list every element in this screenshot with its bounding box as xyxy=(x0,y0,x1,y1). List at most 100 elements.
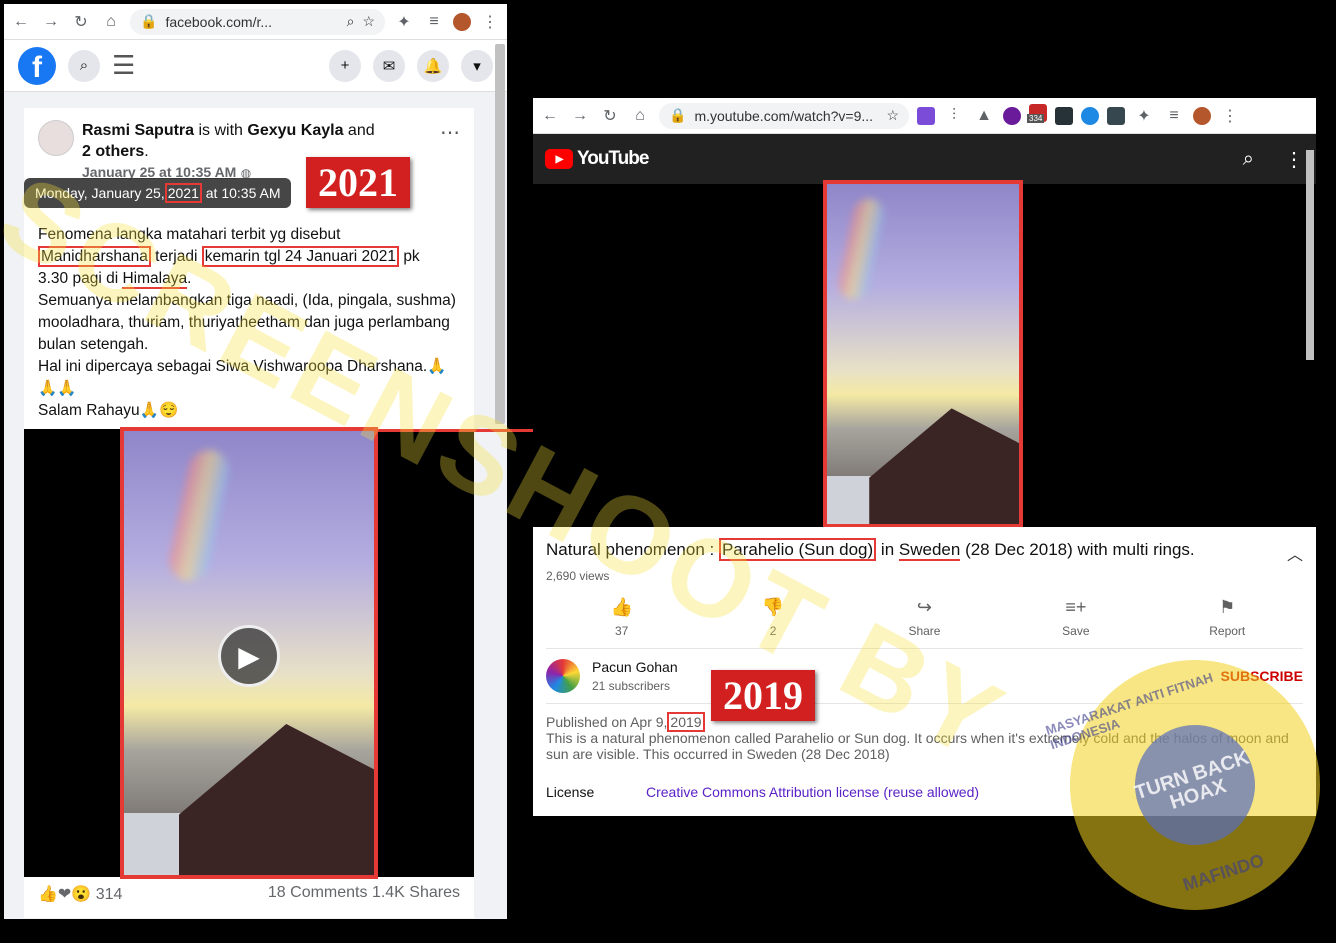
report-label: Report xyxy=(1209,624,1246,638)
tagged-name[interactable]: Gexyu Kayla xyxy=(247,122,343,139)
save-icon: ≡+ xyxy=(1065,597,1087,617)
profile-avatar-icon[interactable] xyxy=(1193,106,1211,125)
author-name[interactable]: Rasmi Saputra xyxy=(82,122,194,139)
forward-icon[interactable]: → xyxy=(40,13,62,31)
house-roof xyxy=(179,724,374,875)
profile-avatar-icon[interactable] xyxy=(453,12,471,31)
youtube-play-icon: ▶ xyxy=(545,149,573,169)
star-icon[interactable]: ☆ xyxy=(886,107,899,124)
manidharshana-highlight: Manidharshana xyxy=(38,246,151,267)
date-claim-highlight: kemarin tgl 24 Januari 2021 xyxy=(201,246,399,267)
translate-extension-icon[interactable] xyxy=(917,106,935,125)
channel-name[interactable]: Pacun Gohan xyxy=(592,659,1209,675)
search-icon[interactable]: ⌕ xyxy=(68,49,100,82)
notifications-bell-icon[interactable]: 🔔 xyxy=(417,49,449,82)
home-icon[interactable]: ⌂ xyxy=(629,107,651,125)
equalizer-extension-icon[interactable]: ⫶ xyxy=(943,107,965,125)
forward-icon[interactable]: → xyxy=(569,107,591,125)
reload-icon[interactable]: ↻ xyxy=(70,12,92,32)
save-button[interactable]: ≡+ Save xyxy=(1041,597,1111,638)
zoom-icon[interactable]: ⌕ xyxy=(347,13,355,30)
youtube-video[interactable] xyxy=(533,180,1316,528)
firefox-extension-icon[interactable] xyxy=(1003,106,1021,125)
circle-extension-icon[interactable] xyxy=(1081,106,1099,125)
license-label: License xyxy=(546,784,595,800)
triangle-extension-icon[interactable]: ▲ xyxy=(973,107,995,125)
share-button[interactable]: ↪ Share xyxy=(889,597,959,638)
title-prefix: Natural phenomenon : xyxy=(546,540,715,559)
badge-extension[interactable]: 334 xyxy=(1027,104,1047,127)
address-bar[interactable]: 🔒 facebook.com/r... ⌕ ☆ xyxy=(130,8,385,35)
dislike-button[interactable]: 👎 2 xyxy=(738,597,808,638)
browser-toolbar-yt: ← → ↻ ⌂ 🔒 m.youtube.com/watch?v=9... ☆ ⫶… xyxy=(533,98,1316,134)
youtube-header: ▶ YouTube ⌕ ⋮ xyxy=(533,134,1316,184)
like-count: 37 xyxy=(615,624,629,638)
invid-extension-icon[interactable] xyxy=(1055,106,1073,125)
himalaya-underline: Himalaya xyxy=(122,270,188,289)
hamburger-menu-icon[interactable]: ☰ xyxy=(112,50,135,81)
media-icon[interactable]: ≡ xyxy=(1163,107,1185,125)
rainbow-arc xyxy=(835,195,887,302)
facebook-logo-icon[interactable]: f xyxy=(18,46,56,85)
extensions-icon[interactable]: ✦ xyxy=(393,12,415,32)
account-dropdown-icon[interactable]: ▾ xyxy=(461,49,493,82)
shares-count[interactable]: 1.4K Shares xyxy=(372,884,460,901)
year-tag-2021: 2021 xyxy=(306,157,410,208)
post-line-6: Salam Rahayu🙏😌 xyxy=(38,402,179,419)
search-icon[interactable]: ⌕ xyxy=(1243,148,1254,171)
home-icon[interactable]: ⌂ xyxy=(100,13,122,31)
menu-dots-icon[interactable]: ⋮ xyxy=(479,12,501,32)
tooltip-year-highlight: 2021 xyxy=(164,183,202,203)
url-text-yt: m.youtube.com/watch?v=9... xyxy=(694,107,874,124)
facebook-window: ← → ↻ ⌂ 🔒 facebook.com/r... ⌕ ☆ ✦ ≡ ⋮ f … xyxy=(4,4,507,919)
address-bar-yt[interactable]: 🔒 m.youtube.com/watch?v=9... ☆ xyxy=(659,102,909,129)
yt-video-frame-highlight xyxy=(823,180,1023,528)
like-button[interactable]: 👍 37 xyxy=(587,597,657,638)
thumbs-down-icon: 👎 xyxy=(761,597,785,617)
media-icon[interactable]: ≡ xyxy=(423,13,445,31)
video-title: Natural phenomenon : Parahelio (Sun dog)… xyxy=(546,538,1287,561)
seal-ring-bottom: MAFINDO xyxy=(1180,850,1267,895)
create-plus-icon[interactable]: + xyxy=(329,49,361,82)
rainbow-arc xyxy=(165,446,233,585)
play-icon[interactable]: ▶ xyxy=(218,625,280,687)
flag-icon: ⚑ xyxy=(1219,597,1236,617)
url-text: facebook.com/r... xyxy=(165,13,273,30)
period: . xyxy=(144,143,149,160)
menu-dots-icon[interactable]: ⋮ xyxy=(1219,106,1241,126)
back-icon[interactable]: ← xyxy=(10,13,32,31)
tagged-others[interactable]: 2 others xyxy=(82,143,144,160)
collapse-chevron-icon[interactable]: ︿ xyxy=(1287,541,1303,565)
tooltip-prefix: Monday, January 25, xyxy=(35,185,165,201)
star-icon[interactable]: ☆ xyxy=(362,13,375,30)
house-roof xyxy=(869,408,1019,524)
reaction-count[interactable]: 314 xyxy=(96,886,123,903)
post-terjadi: terjadi xyxy=(155,248,198,265)
post-line-4: Semuanya melambangkan tiga naadi, (Ida, … xyxy=(38,292,456,353)
cl-extension-icon[interactable] xyxy=(1107,106,1125,125)
with-text: is with xyxy=(198,122,243,139)
back-icon[interactable]: ← xyxy=(539,107,561,125)
post-pk: pk xyxy=(403,248,420,265)
scrollbar-yt[interactable] xyxy=(1306,150,1314,360)
share-icon: ↪ xyxy=(916,597,933,617)
thumbs-up-icon: 👍 xyxy=(610,597,633,617)
reload-icon[interactable]: ↻ xyxy=(599,106,621,126)
post-options-icon[interactable]: ⋯ xyxy=(440,120,460,184)
youtube-logo[interactable]: ▶ YouTube xyxy=(545,148,649,170)
more-options-icon[interactable]: ⋮ xyxy=(1284,147,1304,172)
lock-icon: 🔒 xyxy=(669,107,687,123)
post-video[interactable]: ▶ xyxy=(24,427,474,879)
comments-count[interactable]: 18 Comments xyxy=(268,884,368,901)
scrollbar[interactable] xyxy=(495,44,505,424)
seal-center-text: TURN BACK HOAX xyxy=(1119,709,1271,861)
messenger-icon[interactable]: ✉ xyxy=(373,49,405,82)
channel-avatar[interactable] xyxy=(546,659,580,693)
extensions-icon[interactable]: ✦ xyxy=(1133,106,1155,126)
report-button[interactable]: ⚑ Report xyxy=(1192,597,1262,638)
license-link[interactable]: Creative Commons Attribution license (re… xyxy=(646,784,979,800)
reaction-emojis-icon[interactable]: 👍❤😮 xyxy=(38,886,91,903)
author-avatar[interactable] xyxy=(38,120,74,156)
published-prefix: Published on Apr 9, xyxy=(546,714,668,730)
post-dot: . xyxy=(187,270,192,287)
